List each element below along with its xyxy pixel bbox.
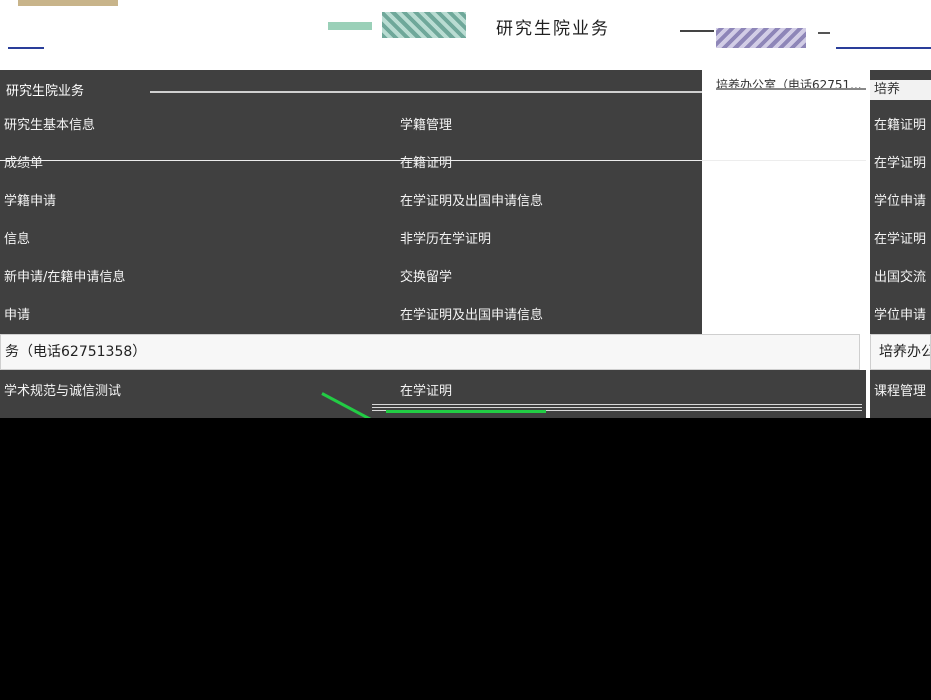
panel-heading: 研究生院业务 [0,82,702,102]
service-link[interactable]: 在学证明及出国申请信息 [400,300,543,332]
list-row: 学籍申请 在学证明及出国申请信息 [0,186,700,218]
training-office-heading: 培养办公室（电话62751... [716,76,866,90]
right-link[interactable]: 课程管理 [874,376,931,408]
right-panel-heading: 培养 [870,80,931,100]
service-link[interactable]: 在籍证明 [400,148,452,180]
unrendered-area [0,418,931,700]
section-band-header: 务（电话62751358） [0,334,860,370]
right-link[interactable]: 在学证明 [874,148,931,180]
list-row: 申请 在学证明及出国申请信息 [0,300,700,332]
header-decoration [18,0,118,6]
header-rule-right [836,47,931,49]
service-link[interactable]: 非学历在学证明 [400,224,491,256]
service-link[interactable]: 成绩单 [4,148,43,180]
right-link[interactable]: 学位申请 [874,186,931,218]
right-link[interactable]: 学位申请 [874,300,931,332]
header-rule-mid [680,30,714,32]
list-row: 新申请/在籍申请信息 交换留学 [0,262,700,294]
service-link[interactable]: 研究生基本信息 [4,110,95,142]
logo-mark-icon [328,22,372,30]
list-row: 成绩单 在籍证明 [0,148,700,180]
service-link[interactable]: 学籍管理 [400,110,452,142]
list-row: 研究生基本信息 学籍管理 [0,110,700,142]
banner-image-icon [716,28,806,48]
service-link[interactable]: 学术规范与诚信测试 [4,376,121,408]
service-link[interactable]: 申请 [4,300,30,332]
university-emblem-icon[interactable] [382,12,466,38]
annotation-underline [386,410,546,413]
service-link[interactable]: 新申请/在籍申请信息 [4,262,125,294]
service-link[interactable]: 学籍申请 [4,186,56,218]
header-dash [818,32,830,34]
service-link[interactable]: 在学证明及出国申请信息 [400,186,543,218]
section-band-header-right: 培养办公 [870,334,931,370]
right-link[interactable]: 在籍证明 [874,110,931,142]
right-link[interactable]: 在学证明 [874,224,931,256]
service-link[interactable]: 交换留学 [400,262,452,294]
site-header: 研究生院业务 [0,0,931,70]
site-title: 研究生院业务 [496,19,610,39]
service-link[interactable]: 信息 [4,224,30,256]
list-row: 信息 非学历在学证明 [0,224,700,256]
right-link[interactable]: 出国交流 [874,262,931,294]
row-divider [0,160,866,161]
header-rule-left [8,47,44,49]
